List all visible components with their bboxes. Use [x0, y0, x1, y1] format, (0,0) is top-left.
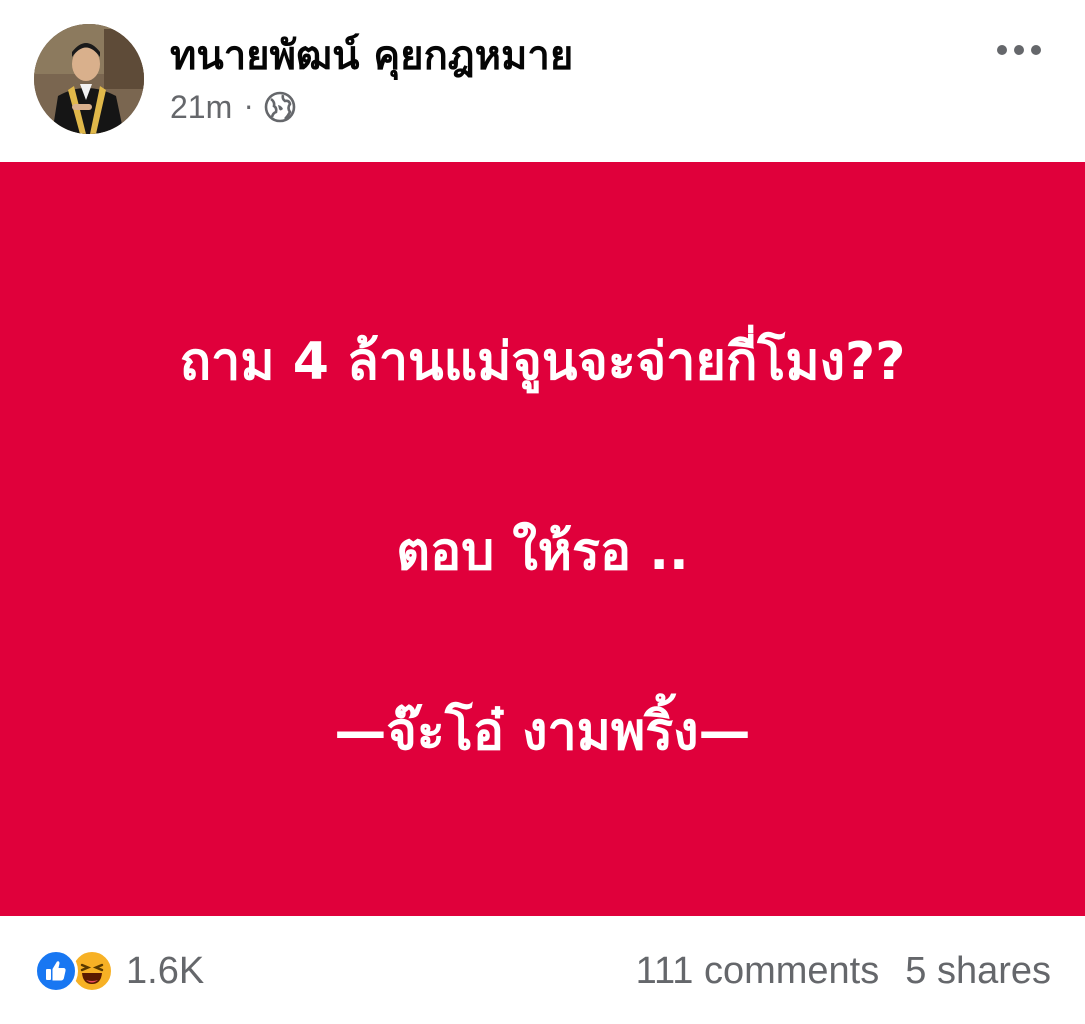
- like-icon: [34, 949, 78, 993]
- avatar[interactable]: [34, 24, 144, 134]
- post-text-banner[interactable]: ถาม 4 ล้านแม่จูนจะจ่ายกี่โมง?? ตอบ ให้รอ…: [0, 162, 1085, 916]
- banner-signature: —จ๊ะโอ๋ งามพริ้ง—: [334, 702, 751, 762]
- post-header: ทนายพัฒน์ คุยกฎหมาย 21m ·: [0, 0, 1085, 160]
- banner-question: ถาม 4 ล้านแม่จูนจะจ่ายกี่โมง??: [179, 332, 906, 392]
- reaction-count: 1.6K: [126, 949, 205, 992]
- facebook-post: ทนายพัฒน์ คุยกฎหมาย 21m · ถาม 4 ล้านแม่จ: [0, 0, 1085, 1024]
- comments-count-link[interactable]: 111 comments: [636, 950, 880, 993]
- shares-count-link[interactable]: 5 shares: [905, 950, 1051, 993]
- author-name[interactable]: ทนายพัฒน์ คุยกฎหมาย: [170, 28, 573, 84]
- globe-icon[interactable]: [263, 90, 297, 124]
- post-time[interactable]: 21m: [170, 89, 232, 126]
- more-options-button[interactable]: [989, 30, 1049, 70]
- more-dots-icon: [997, 45, 1041, 55]
- meta-separator: ·: [244, 90, 254, 124]
- post-footer: 1.6K 111 comments 5 shares: [0, 916, 1085, 1024]
- reactions-summary[interactable]: 1.6K: [34, 946, 204, 996]
- banner-answer: ตอบ ให้รอ ..: [396, 522, 689, 582]
- post-meta: 21m ·: [170, 84, 297, 130]
- engagement-stats: 111 comments 5 shares: [636, 946, 1051, 996]
